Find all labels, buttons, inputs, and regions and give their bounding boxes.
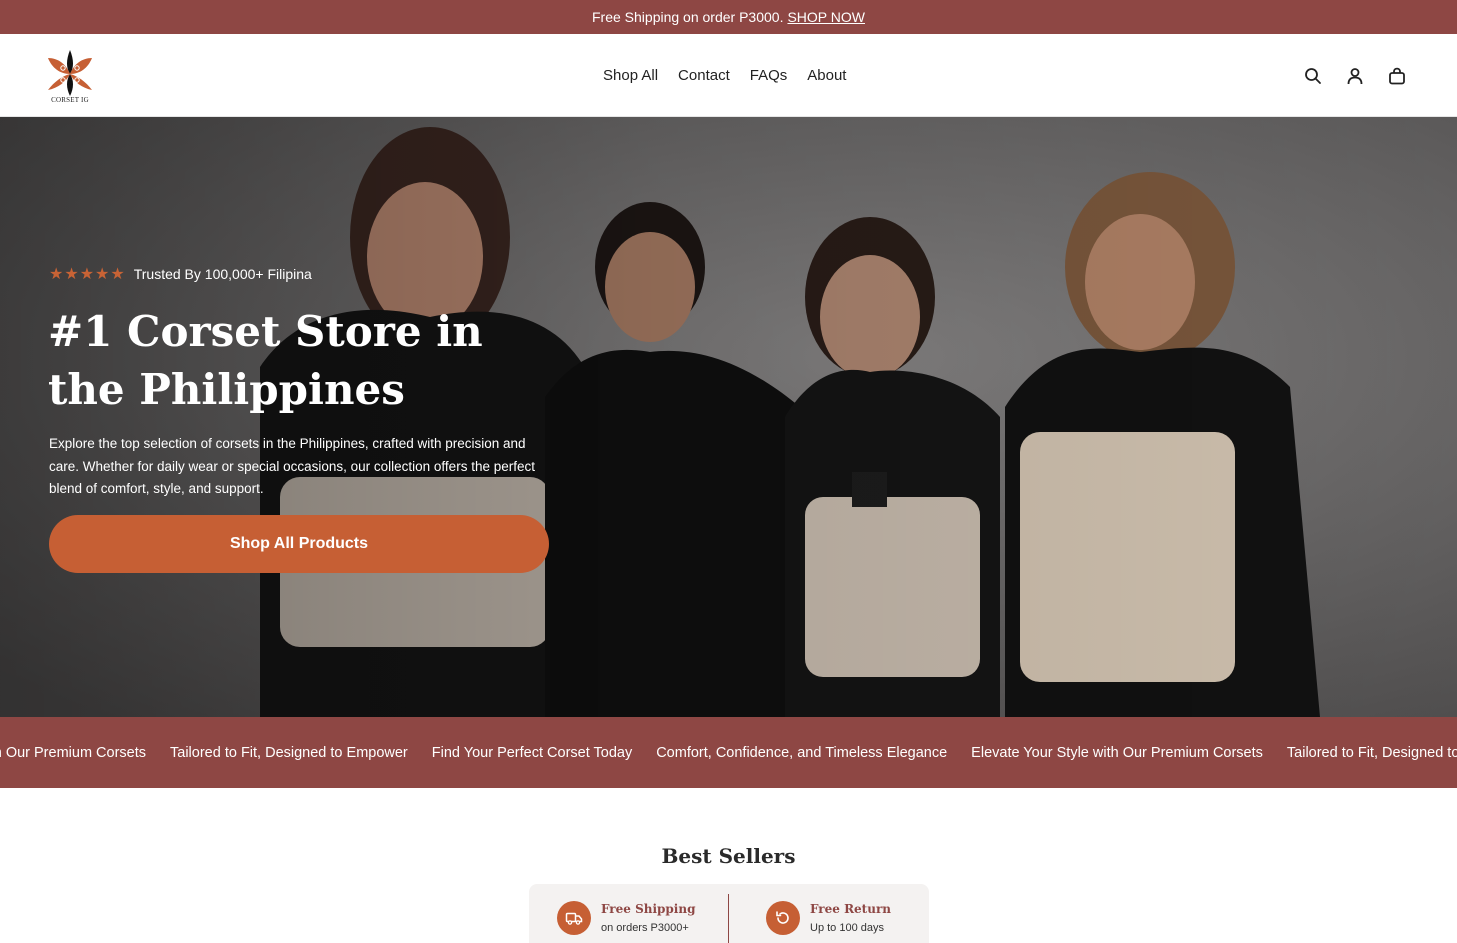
star-rating-icon: ★★★★★: [49, 266, 126, 283]
shop-all-products-button[interactable]: Shop All Products: [49, 515, 549, 573]
marquee-item: Comfort, Confidence, and Timeless Elegan…: [656, 744, 948, 761]
truck-icon: [557, 901, 591, 935]
perk-divider: [728, 894, 729, 943]
rating-row: ★★★★★ Trusted By 100,000+ Filipina: [49, 264, 312, 284]
marquee-item: with Our Premium Corsets: [0, 744, 147, 761]
marquee-track: with Our Premium Corsets Tailored to Fit…: [0, 717, 1457, 788]
perk-title: Free Shipping: [601, 902, 696, 916]
perk-subtitle: Up to 100 days: [810, 922, 884, 934]
marquee-item: Tailored to Fit, Designed to Empo: [1286, 744, 1457, 761]
logo[interactable]: CORSET IG: [44, 44, 96, 108]
cart-icon[interactable]: [1387, 66, 1407, 86]
search-icon[interactable]: [1303, 66, 1323, 86]
logo-text: CORSET IG: [51, 96, 89, 104]
nav-contact[interactable]: Contact: [678, 67, 730, 84]
nav-faqs[interactable]: FAQs: [750, 67, 788, 84]
marquee-banner: with Our Premium Corsets Tailored to Fit…: [0, 717, 1457, 788]
main-nav: Shop All Contact FAQs About: [603, 34, 846, 117]
hero-title: #1 Corset Store in the Philippines: [48, 307, 483, 414]
hero-description: Explore the top selection of corsets in …: [49, 436, 535, 496]
marquee-item: Find Your Perfect Corset Today: [431, 744, 633, 761]
perk-subtitle: on orders P3000+: [601, 922, 689, 934]
header-icons: [1303, 34, 1407, 117]
nav-about[interactable]: About: [807, 67, 846, 84]
perk-free-shipping: Free Shipping on orders P3000+: [557, 901, 695, 935]
account-icon[interactable]: [1345, 66, 1365, 86]
return-icon: [766, 901, 800, 935]
perk-title: Free Return: [810, 902, 891, 916]
best-sellers-title: Best Sellers: [661, 844, 796, 868]
site-header: CORSET IG Shop All Contact FAQs About: [0, 34, 1457, 117]
announcement-bar: Free Shipping on order P3000. SHOP NOW: [0, 0, 1457, 34]
nav-shop-all[interactable]: Shop All: [603, 67, 658, 84]
logo-flower-icon: [48, 50, 92, 96]
rating-text: Trusted By 100,000+ Filipina: [133, 266, 312, 282]
hero-banner: ★★★★★ Trusted By 100,000+ Filipina #1 Co…: [0, 117, 1457, 717]
perk-free-return: Free Return Up to 100 days: [766, 901, 891, 935]
announcement-text: Free Shipping on order P3000.: [592, 9, 784, 25]
marquee-item: Tailored to Fit, Designed to Empower: [170, 744, 408, 761]
shop-now-link[interactable]: SHOP NOW: [787, 9, 865, 25]
marquee-item: Elevate Your Style with Our Premium Cors…: [971, 744, 1263, 761]
perks-box: Free Shipping on orders P3000+ Free Retu…: [529, 884, 929, 943]
